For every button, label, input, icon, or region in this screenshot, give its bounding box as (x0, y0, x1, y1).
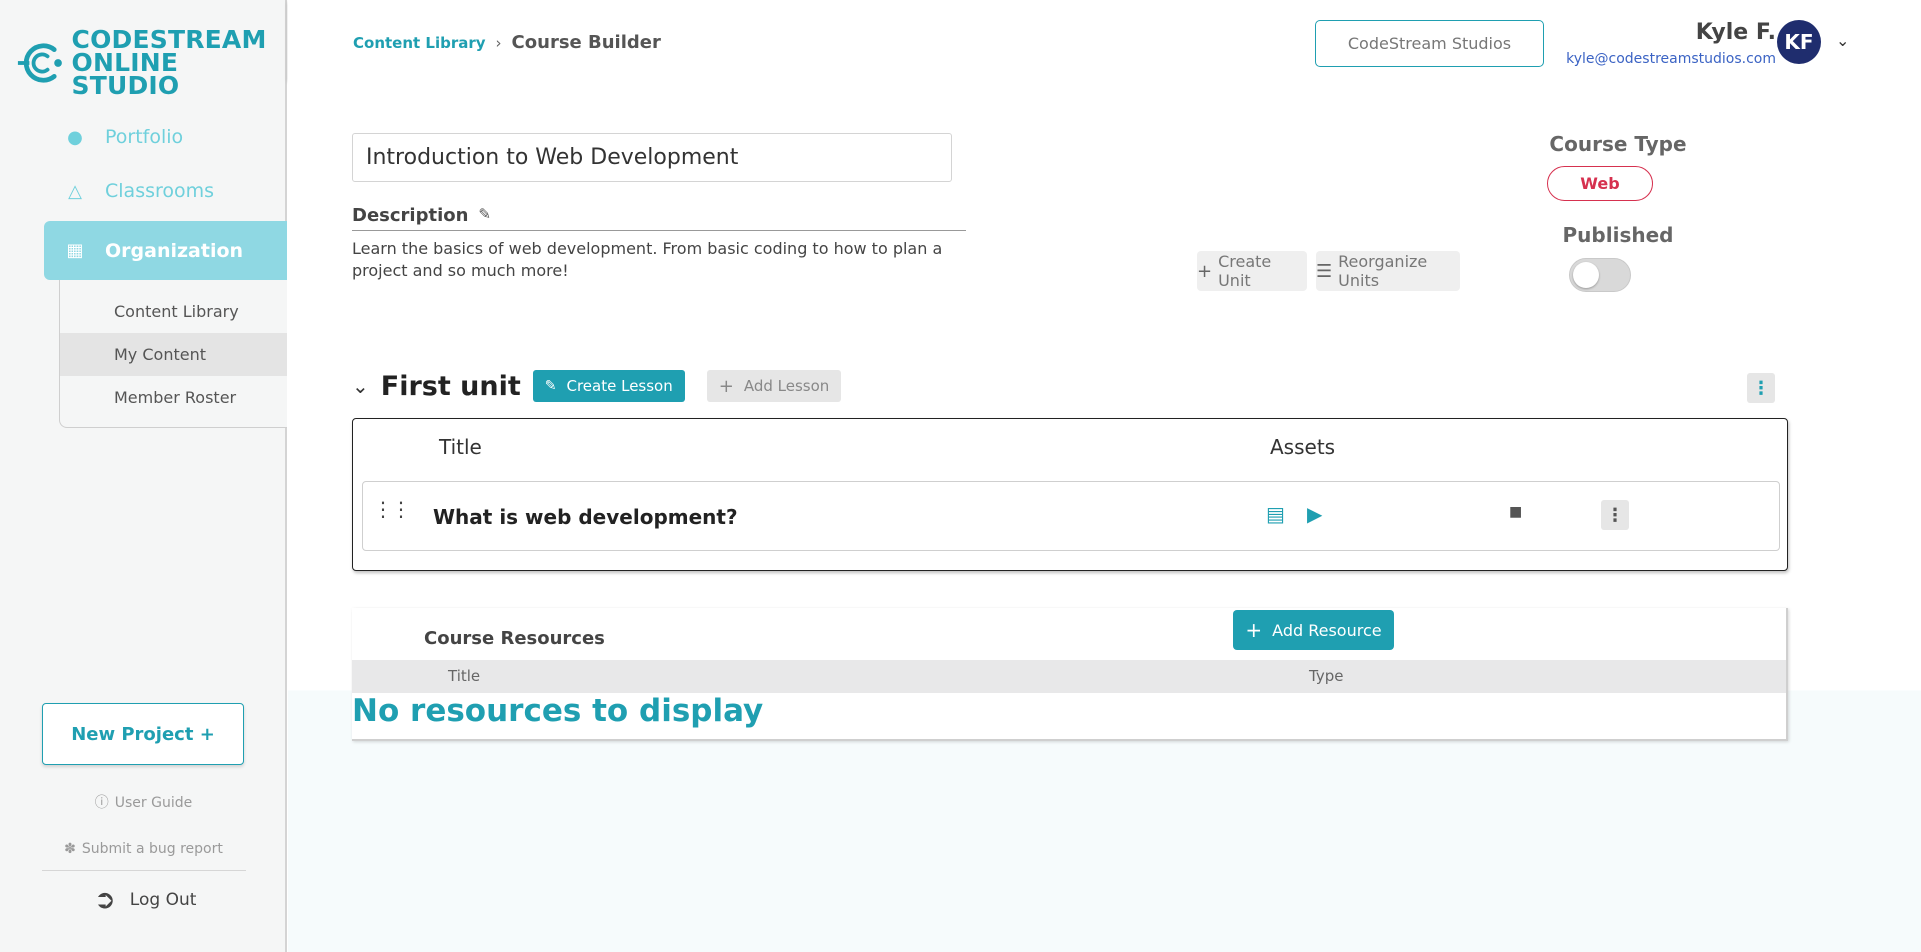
logo-mark-icon (17, 42, 62, 83)
unit-title: First unit (380, 370, 521, 402)
add-resource-label: Add Resource (1272, 620, 1382, 640)
brand-text: CODESTREAM ONLINE STUDIO (71, 27, 285, 100)
column-header-assets: Assets (1270, 435, 1336, 459)
organization-icon: ▦ (66, 240, 84, 261)
plus-icon: + (1245, 618, 1263, 642)
logout-button[interactable]: ➲ Log Out (94, 885, 196, 915)
published-toggle[interactable] (1569, 258, 1631, 292)
sidebar-item-label: Organization (105, 239, 244, 262)
toggle-knob (1573, 262, 1599, 288)
lesson-title[interactable]: What is web development? (433, 505, 738, 529)
course-description: Learn the basics of web development. Fro… (352, 239, 943, 280)
add-lesson-label: Add Lesson (743, 377, 830, 395)
create-lesson-button[interactable]: ✎ Create Lesson (532, 370, 685, 402)
lesson-more-options-icon[interactable]: ⋮ (1601, 500, 1629, 530)
sidebar-item-label: Classrooms (105, 180, 215, 202)
sidebar: CODESTREAM ONLINE STUDIO ● Portfolio △ C… (0, 0, 287, 952)
published-label: Published (1562, 223, 1674, 247)
reorganize-units-label: Reorganize Units (1338, 252, 1428, 290)
pencil-icon: ✎ (544, 378, 557, 394)
breadcrumb-content-library[interactable]: Content Library (353, 34, 486, 52)
create-unit-label: Create Unit (1218, 252, 1272, 290)
sidebar-item-organization[interactable]: ▦ Organization (44, 221, 287, 280)
sidebar-divider (42, 870, 246, 871)
course-type-badge[interactable]: Web (1547, 166, 1653, 201)
edit-pencil-icon[interactable]: ✎ (478, 205, 491, 223)
reorganize-units-button[interactable]: ☰ Reorganize Units (1316, 251, 1460, 291)
logout-label: Log Out (129, 890, 197, 910)
user-name: Kyle F. (1695, 20, 1776, 45)
description-header: Description ✎ (352, 205, 966, 231)
top-header: Content Library › Course Builder CodeStr… (288, 0, 1921, 80)
subnav-item-content-library[interactable]: Content Library (60, 290, 287, 333)
create-unit-button[interactable]: + Create Unit (1197, 251, 1307, 291)
bug-icon: ✽ (64, 841, 76, 857)
user-guide-label: User Guide (114, 795, 193, 811)
plus-icon: + (718, 375, 734, 397)
book-icon[interactable]: ▤ (1266, 502, 1285, 526)
list-icon: ☰ (1316, 260, 1333, 282)
sidebar-item-classrooms[interactable]: △ Classrooms (44, 164, 214, 218)
user-email: kyle@codestreamstudios.com (1566, 51, 1776, 67)
organization-switch-button[interactable]: CodeStream Studios (1315, 20, 1544, 67)
logout-icon: ➲ (94, 885, 116, 915)
lock-icon: ■ (1509, 504, 1523, 520)
play-circle-icon[interactable]: ▶ (1307, 502, 1322, 526)
chevron-right-icon: › (495, 33, 502, 52)
brand-logo[interactable]: CODESTREAM ONLINE STUDIO (16, 27, 285, 100)
sidebar-item-portfolio[interactable]: ● Portfolio (44, 110, 183, 164)
graduation-cap-icon: △ (68, 180, 82, 202)
organization-subnav: Content Library My Content Member Roster (59, 280, 287, 428)
column-header-type: Type (1309, 667, 1344, 685)
avatar[interactable]: KF (1777, 20, 1821, 64)
chevron-down-icon[interactable]: ⌄ (352, 374, 369, 398)
table-row[interactable]: ⋮⋮ What is web development? ▤ ▶ ■ ⋮ (362, 481, 1780, 551)
person-icon: ● (67, 126, 83, 148)
bug-report-link[interactable]: ✽ Submit a bug report (0, 841, 287, 857)
unit-header: ⌄ First unit ✎ Create Lesson + Add Lesson (352, 370, 842, 402)
add-resource-button[interactable]: + Add Resource (1233, 610, 1394, 650)
add-lesson-button[interactable]: + Add Lesson (706, 370, 842, 402)
info-icon: ⓘ (94, 795, 109, 811)
new-project-button[interactable]: New Project + (42, 703, 244, 765)
subnav-item-my-content[interactable]: My Content (60, 333, 287, 376)
course-type-label: Course Type (1549, 132, 1687, 156)
create-lesson-label: Create Lesson (566, 377, 673, 395)
plus-icon: + (1197, 260, 1213, 282)
user-guide-link[interactable]: ⓘ User Guide (0, 792, 287, 812)
main-content: Introduction to Web Development Descript… (288, 80, 1921, 952)
lesson-table: Title Assets ⋮⋮ What is web development?… (352, 418, 1788, 571)
course-title-input[interactable]: Introduction to Web Development (352, 133, 952, 182)
course-resources-label: Course Resources (424, 628, 605, 649)
drag-handle-icon[interactable]: ⋮⋮ (373, 499, 411, 519)
bug-report-label: Submit a bug report (81, 841, 223, 857)
chevron-down-icon[interactable]: ⌄ (1836, 31, 1849, 50)
resources-table-header: Title Type (352, 660, 1786, 693)
empty-resources-message: No resources to display (352, 693, 764, 729)
sidebar-item-label: Portfolio (105, 126, 184, 148)
breadcrumb: Content Library › Course Builder (353, 32, 661, 53)
description-label: Description (352, 205, 469, 226)
column-header-title: Title (439, 435, 482, 459)
column-header-title: Title (448, 667, 481, 685)
course-resources-panel: Course Resources + Add Resource Title Typ… (352, 608, 1788, 741)
brand-line2: ONLINE STUDIO (71, 48, 180, 100)
unit-more-options-icon[interactable]: ⋮ (1747, 373, 1775, 403)
breadcrumb-current: Course Builder (511, 32, 661, 53)
subnav-item-member-roster[interactable]: Member Roster (60, 376, 287, 419)
